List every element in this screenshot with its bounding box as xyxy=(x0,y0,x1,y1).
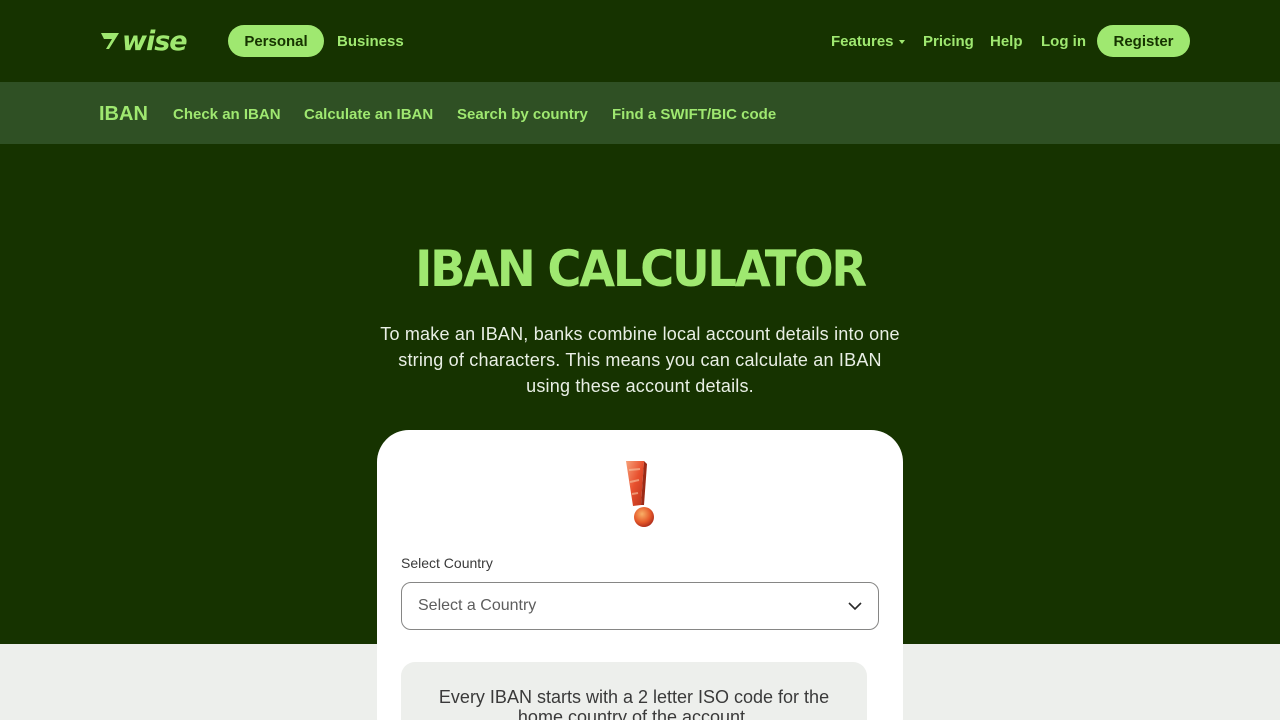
help-link[interactable]: Help xyxy=(990,33,1023,50)
logo-text: wise xyxy=(122,25,188,57)
subnav-search-by-country[interactable]: Search by country xyxy=(457,106,588,123)
info-text: Every IBAN starts with a 2 letter ISO co… xyxy=(438,687,830,720)
wise-logo[interactable]: wise xyxy=(98,26,190,56)
subnav-find-swift-bic[interactable]: Find a SWIFT/BIC code xyxy=(612,106,776,123)
country-select[interactable]: Select a Country xyxy=(401,582,879,630)
chevron-down-icon xyxy=(848,602,862,611)
country-select-value: Select a Country xyxy=(418,597,537,614)
subnav-check-iban[interactable]: Check an IBAN xyxy=(173,106,281,123)
top-navigation xyxy=(0,0,1280,82)
login-link[interactable]: Log in xyxy=(1041,33,1086,50)
country-label: Select Country xyxy=(401,555,493,571)
subnav-title[interactable]: IBAN xyxy=(99,103,148,126)
business-tab[interactable]: Business xyxy=(337,33,404,50)
features-menu[interactable]: Features xyxy=(831,33,905,50)
pricing-link[interactable]: Pricing xyxy=(923,33,974,50)
personal-tab[interactable]: Personal xyxy=(228,25,324,57)
caret-down-icon xyxy=(898,40,905,44)
register-button[interactable]: Register xyxy=(1097,25,1190,57)
subnav-calculate-iban[interactable]: Calculate an IBAN xyxy=(304,106,433,123)
features-label: Features xyxy=(831,33,894,50)
exclamation-mark-icon xyxy=(626,461,654,527)
info-box: Every IBAN starts with a 2 letter ISO co… xyxy=(401,662,867,720)
wise-flag-icon xyxy=(101,33,119,49)
page-title: IBAN CALCULATOR xyxy=(415,240,867,298)
page-description: To make an IBAN, banks combine local acc… xyxy=(380,324,900,396)
